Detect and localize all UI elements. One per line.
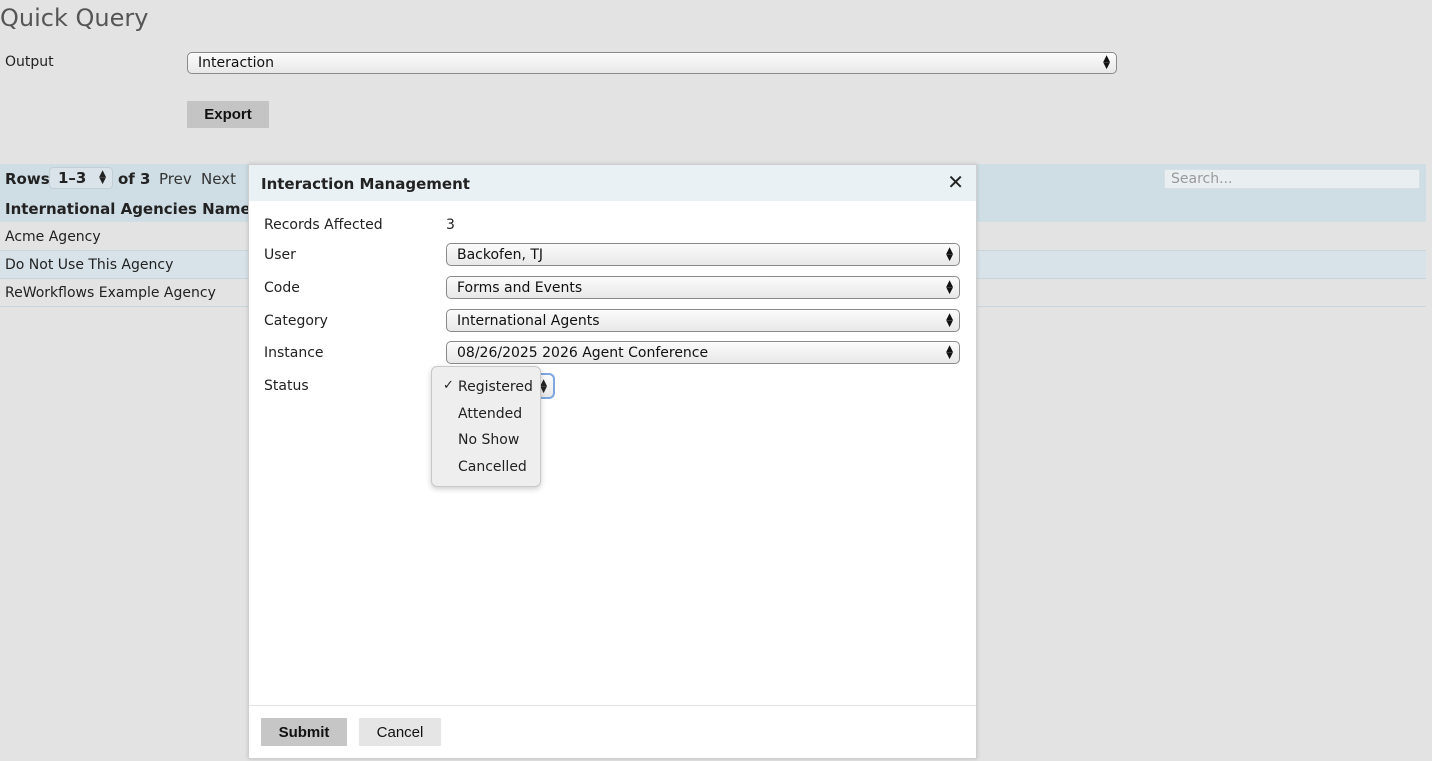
select-arrows-icon: ▲ ▼: [99, 169, 106, 186]
close-icon[interactable]: ✕: [947, 172, 964, 192]
user-label: User: [264, 247, 296, 263]
status-option-no-show[interactable]: No Show: [458, 432, 519, 448]
status-option-attended[interactable]: Attended: [458, 406, 522, 422]
table-cell: ReWorkflows Example Agency: [5, 285, 216, 301]
prev-page-link[interactable]: Prev: [159, 170, 192, 188]
quick-query-page: Quick Query Output Interaction ▲ ▼ Export…: [0, 0, 1432, 761]
code-select-value: Forms and Events: [457, 279, 583, 296]
code-select[interactable]: Forms and Events ▲ ▼: [446, 276, 960, 299]
submit-button[interactable]: Submit: [261, 718, 347, 746]
interaction-management-dialog: Interaction Management ✕ Records Affecte…: [248, 164, 977, 759]
select-arrows-icon: ▲ ▼: [946, 343, 953, 361]
select-arrows-icon: ▲ ▼: [1103, 54, 1110, 71]
dialog-title: Interaction Management: [261, 175, 470, 193]
code-label: Code: [264, 280, 300, 296]
status-dropdown-menu: ✓ Registered Attended No Show Cancelled: [431, 366, 541, 487]
rows-range-select[interactable]: 1–3 ▲ ▼: [49, 167, 113, 189]
table-cell: Do Not Use This Agency: [5, 257, 174, 273]
export-button[interactable]: Export: [187, 101, 269, 128]
output-select-value: Interaction: [198, 55, 274, 71]
records-affected-label: Records Affected: [264, 217, 383, 233]
status-option-registered[interactable]: Registered: [458, 379, 533, 395]
cancel-button[interactable]: Cancel: [359, 718, 441, 746]
category-label: Category: [264, 313, 328, 329]
table-cell: Acme Agency: [5, 229, 101, 245]
select-arrows-icon: ▲ ▼: [946, 245, 953, 263]
status-option-cancelled[interactable]: Cancelled: [458, 459, 527, 475]
rows-range-value: 1–3: [58, 169, 87, 187]
user-select[interactable]: Backofen, TJ ▲ ▼: [446, 243, 960, 266]
user-select-value: Backofen, TJ: [457, 246, 544, 263]
dialog-footer-divider: [249, 705, 976, 706]
search-input[interactable]: [1164, 169, 1420, 189]
column-header-label: International Agencies Name: [5, 200, 251, 218]
instance-label: Instance: [264, 345, 324, 361]
page-title: Quick Query: [0, 4, 149, 32]
checkmark-icon: ✓: [443, 378, 454, 393]
select-arrows-icon: ▲ ▼: [946, 278, 953, 296]
rows-label: Rows: [5, 170, 50, 188]
dialog-header: Interaction Management ✕: [249, 165, 976, 201]
output-select[interactable]: Interaction ▲ ▼: [187, 52, 1117, 74]
instance-select[interactable]: 08/26/2025 2026 Agent Conference ▲ ▼: [446, 341, 960, 364]
select-arrows-icon: ▲ ▼: [540, 378, 547, 395]
select-arrows-icon: ▲ ▼: [946, 311, 953, 329]
rows-total-label: of 3: [118, 170, 151, 188]
output-label: Output: [5, 54, 54, 70]
category-select[interactable]: International Agents ▲ ▼: [446, 309, 960, 332]
instance-select-value: 08/26/2025 2026 Agent Conference: [457, 344, 709, 361]
status-label: Status: [264, 378, 309, 394]
next-page-link[interactable]: Next: [201, 170, 236, 188]
category-select-value: International Agents: [457, 312, 600, 329]
records-affected-value: 3: [446, 217, 455, 233]
